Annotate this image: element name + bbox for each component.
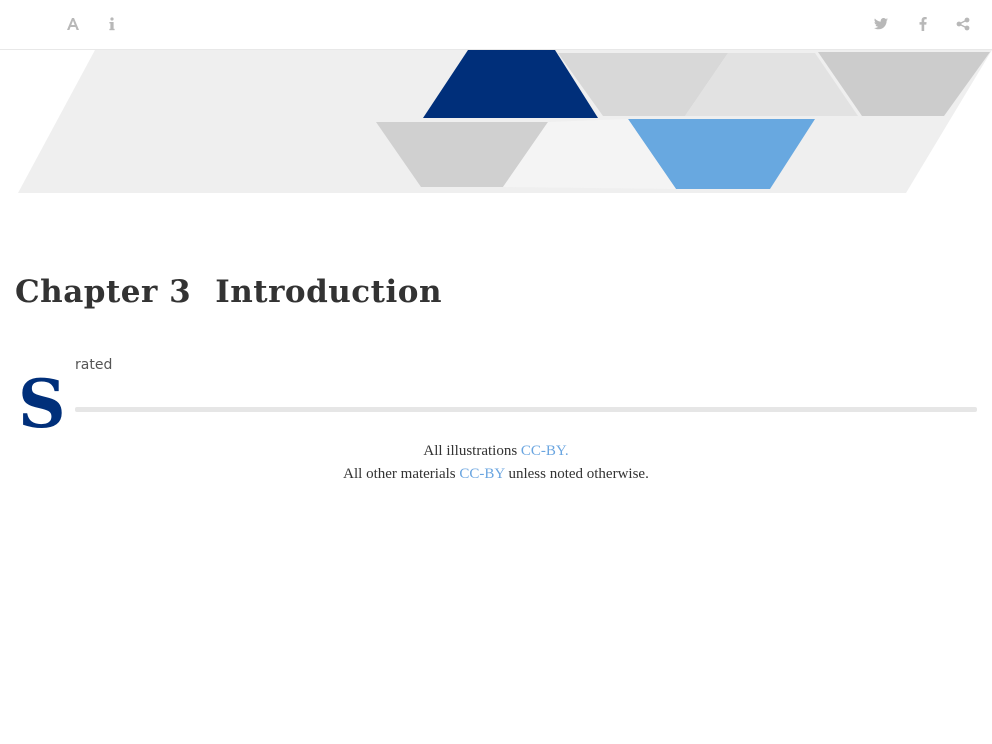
cc-by-link-illustrations[interactable]: CC-BY. — [521, 443, 569, 459]
license-text: unless noted otherwise. — [504, 466, 649, 482]
share-icon[interactable] — [951, 12, 975, 36]
drop-cap: S — [18, 365, 66, 443]
chapter-number: Chapter 3 — [15, 274, 192, 310]
license-text: All illustrations — [423, 443, 521, 459]
chapter-banner-graphic — [18, 50, 992, 193]
license-line-materials: All other materials CC-BY unless noted o… — [0, 463, 992, 486]
twitter-icon[interactable] — [869, 12, 893, 36]
license-line-illustrations: All illustrations CC-BY. — [0, 440, 992, 463]
info-icon[interactable] — [100, 12, 124, 36]
chapter-title: Chapter 3 Introduction — [15, 274, 442, 310]
cc-by-link-materials[interactable]: CC-BY — [459, 466, 504, 482]
progress-bar — [75, 407, 977, 412]
license-notice: All illustrations CC-BY. All other mater… — [0, 440, 992, 486]
chapter-name: Introduction — [215, 274, 442, 310]
top-toolbar — [0, 0, 992, 50]
status-label: rated — [75, 357, 113, 373]
license-text: All other materials — [343, 466, 460, 482]
font-icon[interactable] — [61, 12, 85, 36]
facebook-icon[interactable] — [911, 12, 935, 36]
